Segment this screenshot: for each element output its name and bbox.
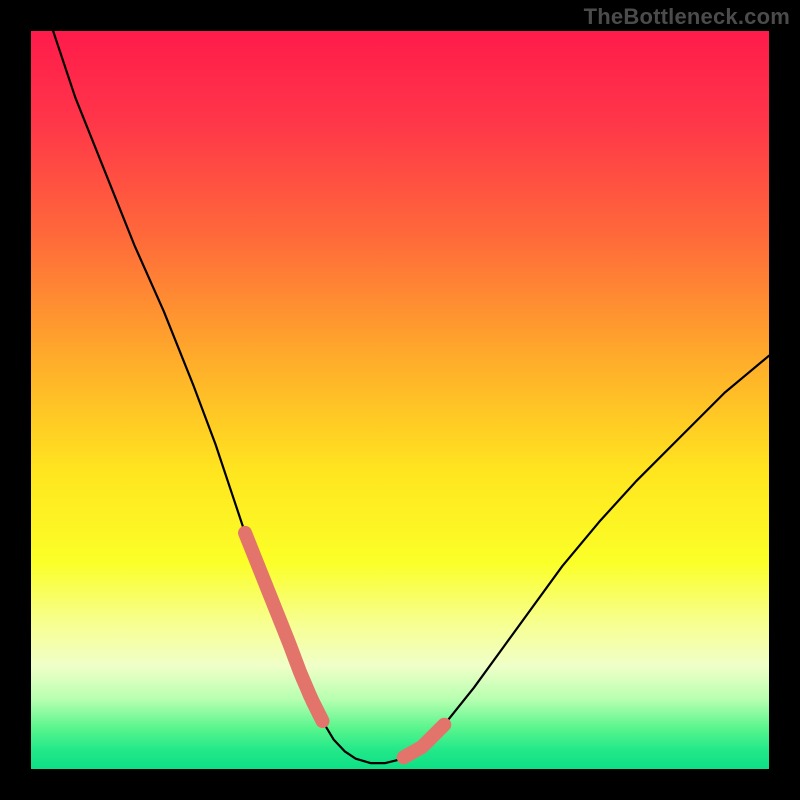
chart-stage: TheBottleneck.com <box>0 0 800 800</box>
highlight-left <box>245 533 322 721</box>
watermark-text: TheBottleneck.com <box>584 4 790 30</box>
bottleneck-curve <box>53 31 769 763</box>
highlight-right <box>404 725 445 758</box>
curve-layer <box>31 31 769 769</box>
plot-area <box>31 31 769 769</box>
